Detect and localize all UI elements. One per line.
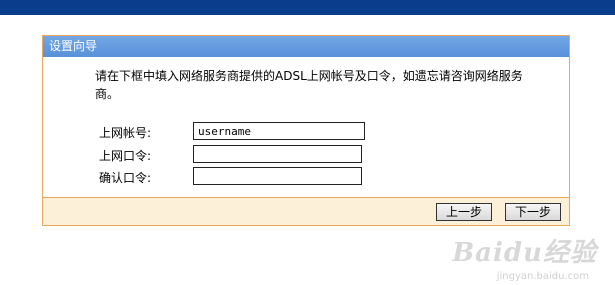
top-banner bbox=[0, 0, 615, 15]
setup-wizard-panel: 设置向导 请在下框中填入网络服务商提供的ADSL上网帐号及口令，如遗忘请咨询网络… bbox=[42, 35, 570, 226]
previous-step-button[interactable]: 上一步 bbox=[436, 203, 492, 221]
account-label: 上网帐号: bbox=[99, 126, 152, 140]
confirm-password-label: 确认口令: bbox=[99, 171, 152, 185]
account-input[interactable] bbox=[193, 122, 365, 140]
watermark-url: jingyan.baidu.com bbox=[496, 271, 589, 282]
watermark-logo: Baidu经验 bbox=[452, 238, 597, 268]
instruction-text: 请在下框中填入网络服务商提供的ADSL上网帐号及口令，如遗忘请咨询网络服务商。 bbox=[95, 69, 523, 101]
panel-footer: 上一步 下一步 bbox=[43, 197, 569, 225]
password-input[interactable] bbox=[193, 145, 362, 163]
confirm-password-input[interactable] bbox=[193, 167, 362, 185]
password-label: 上网口令: bbox=[99, 149, 152, 163]
next-step-button[interactable]: 下一步 bbox=[505, 203, 561, 221]
panel-title: 设置向导 bbox=[43, 36, 569, 57]
